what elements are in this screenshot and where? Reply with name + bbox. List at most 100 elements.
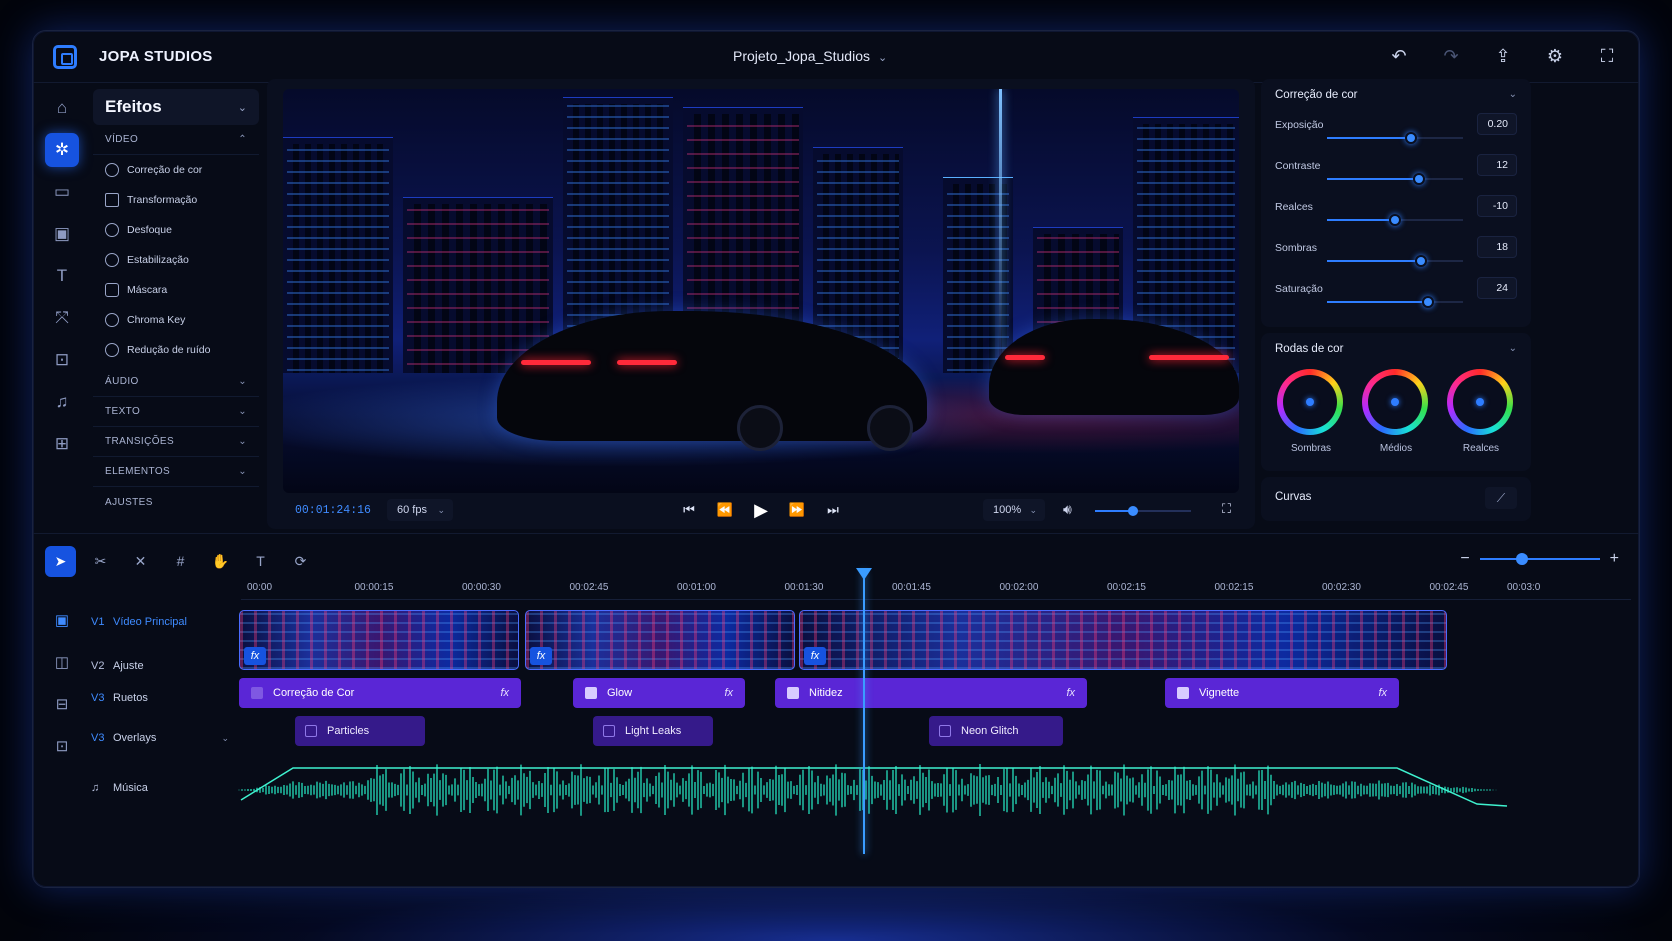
time-ruler[interactable]: 00:00 00:00:15 00:00:30 00:02:45 00:01:00 00:… (241, 574, 1631, 600)
track-header-v3-overlays[interactable]: V3 Overlays ⌄ (91, 732, 241, 744)
wheel-midtones[interactable]: Médios (1362, 369, 1430, 454)
effect-mask[interactable]: Máscara (93, 275, 259, 305)
fx-badge[interactable]: fx (530, 647, 552, 665)
settings-icon[interactable]: ⚙ (1543, 43, 1567, 69)
share-icon[interactable]: ⇪ (1491, 43, 1515, 69)
effects-icon[interactable]: ✲ (45, 133, 79, 167)
curves-card[interactable]: Curvas ⟋ (1261, 477, 1531, 521)
adjustment-slider[interactable] (1327, 255, 1463, 267)
audio-edit-icon[interactable]: ♫ (45, 385, 79, 419)
adjustment-slider[interactable] (1327, 296, 1463, 308)
fx-badge[interactable]: fx (500, 687, 509, 699)
adjustment-value-field[interactable]: 12 (1477, 154, 1517, 176)
slider-knob[interactable] (1413, 173, 1426, 185)
effect-chroma-key[interactable]: Chroma Key (93, 305, 259, 335)
video-preview[interactable] (283, 89, 1239, 493)
track-header-music[interactable]: ♫ Música (91, 782, 241, 794)
rewind-icon[interactable]: ⏪ (714, 499, 736, 521)
effect-clip-glow[interactable]: Glow fx (573, 678, 745, 708)
transform-icon[interactable]: ⤧ (45, 301, 79, 335)
fullscreen-icon[interactable]: ⛶ (1222, 501, 1231, 517)
adjustment-value-field[interactable]: 18 (1477, 236, 1517, 258)
section-elements[interactable]: ELEMENTOS ⌄ (93, 457, 259, 487)
adjustment-value-field[interactable]: -10 (1477, 195, 1517, 217)
overlay-clip-light-leaks[interactable]: Light Leaks (593, 716, 713, 746)
ripple-tool-icon[interactable]: ✕ (125, 546, 156, 577)
wheel-shadows[interactable]: Sombras (1277, 369, 1345, 454)
select-tool-icon[interactable]: ➤ (45, 546, 76, 577)
redo-icon[interactable]: ↷ (1439, 43, 1463, 69)
section-text[interactable]: TEXTO ⌄ (93, 397, 259, 427)
zoom-in-icon[interactable]: + (1610, 550, 1619, 568)
track-header-v2[interactable]: V2 Ajuste (91, 660, 241, 672)
effect-blur[interactable]: Desfoque (93, 215, 259, 245)
play-icon[interactable]: ▶ (750, 499, 772, 521)
fast-forward-icon[interactable]: ⏩ (786, 499, 808, 521)
color-correction-header[interactable]: Correção de cor ⌄ (1275, 89, 1517, 101)
zoom-knob[interactable] (1515, 553, 1528, 565)
overlay-clip-neon-glitch[interactable]: Neon Glitch (929, 716, 1063, 746)
adjustment-slider[interactable] (1327, 214, 1463, 226)
volume-icon[interactable]: 🔊︎ (1063, 501, 1072, 518)
video-clip[interactable]: fx (525, 610, 795, 670)
effect-stabilization[interactable]: Estabilização (93, 245, 259, 275)
color-wheel[interactable] (1447, 369, 1513, 435)
video-clip[interactable]: fx (799, 610, 1447, 670)
razor-tool-icon[interactable]: ✂ (85, 546, 116, 577)
section-adjustments[interactable]: AJUSTES (93, 487, 259, 517)
volume-slider[interactable] (1095, 506, 1191, 516)
overlay-track-icon[interactable]: ⊡ (45, 732, 79, 762)
overlay-clip-particles[interactable]: Particles (295, 716, 425, 746)
adjustment-slider[interactable] (1327, 173, 1463, 185)
effect-clip-color-correction[interactable]: Correção de Cor fx (239, 678, 521, 708)
fx-badge[interactable]: fx (804, 647, 826, 665)
text-tool-icon[interactable]: T (245, 546, 276, 577)
section-transitions[interactable]: TRANSIÇÕES ⌄ (93, 427, 259, 457)
video-track-icon[interactable]: ▣ (45, 606, 79, 636)
link-tool-icon[interactable]: ⟳ (285, 546, 316, 577)
audio-waveform[interactable] (237, 760, 1517, 818)
slider-knob[interactable] (1405, 132, 1418, 144)
playhead[interactable] (856, 568, 872, 854)
color-wheels-header[interactable]: Rodas de cor ⌄ (1275, 343, 1517, 355)
effects-header[interactable]: Efeitos ⌄ (93, 89, 259, 125)
slider-knob[interactable] (1414, 255, 1427, 267)
effect-transform[interactable]: Transformação (93, 185, 259, 215)
effect-clip-sharpen[interactable]: Nitidez fx (775, 678, 1087, 708)
adjustment-slider[interactable] (1327, 132, 1463, 144)
color-wheel[interactable] (1362, 369, 1428, 435)
fx-badge[interactable]: fx (244, 647, 266, 665)
volume-knob[interactable] (1128, 506, 1139, 516)
effect-color-correction[interactable]: Correção de cor (93, 155, 259, 185)
adjustment-value-field[interactable]: 24 (1477, 277, 1517, 299)
adjust-track-icon[interactable]: ◫ (45, 648, 79, 678)
fx-badge[interactable]: fx (1378, 687, 1387, 699)
fps-select[interactable]: 60 fps ⌄ (387, 499, 453, 521)
track-header-v3-effects[interactable]: V3 Ruetos (91, 692, 241, 704)
wheel-highlights[interactable]: Realces (1447, 369, 1515, 454)
section-audio[interactable]: ÁUDIO ⌄ (93, 367, 259, 397)
effects-track-icon[interactable]: ⊟ (45, 690, 79, 720)
home-icon[interactable]: ⌂ (45, 91, 79, 125)
project-selector[interactable]: Projeto_Jopa_Studios ⌄ (733, 48, 887, 64)
fullscreen-icon[interactable]: ⛶ (1595, 43, 1619, 69)
curve-graph-icon[interactable]: ⟋ (1485, 487, 1517, 509)
adjustment-value-field[interactable]: 0.20 (1477, 113, 1517, 135)
track-header-v1[interactable]: V1 Vídeo Principal (91, 616, 241, 628)
export-icon[interactable]: ⊞ (45, 427, 79, 461)
slip-tool-icon[interactable]: # (165, 546, 196, 577)
curves-header[interactable]: Curvas ⟋ (1275, 487, 1517, 509)
video-clip[interactable]: fx (239, 610, 519, 670)
color-wheel[interactable] (1277, 369, 1343, 435)
skip-to-end-icon[interactable]: ⏭ (822, 499, 844, 521)
zoom-out-icon[interactable]: − (1460, 550, 1469, 568)
slider-knob[interactable] (1389, 214, 1401, 226)
effect-noise-reduction[interactable]: Redução de ruído (93, 335, 259, 365)
hand-tool-icon[interactable]: ✋ (205, 546, 236, 577)
slider-knob[interactable] (1421, 296, 1434, 308)
folder-icon[interactable]: ▭ (45, 175, 79, 209)
skip-to-start-icon[interactable]: ⏮ (678, 499, 700, 521)
fx-badge[interactable]: fx (1066, 687, 1075, 699)
timeline-zoom-slider[interactable] (1479, 553, 1600, 565)
crop-icon[interactable]: ⊡ (45, 343, 79, 377)
